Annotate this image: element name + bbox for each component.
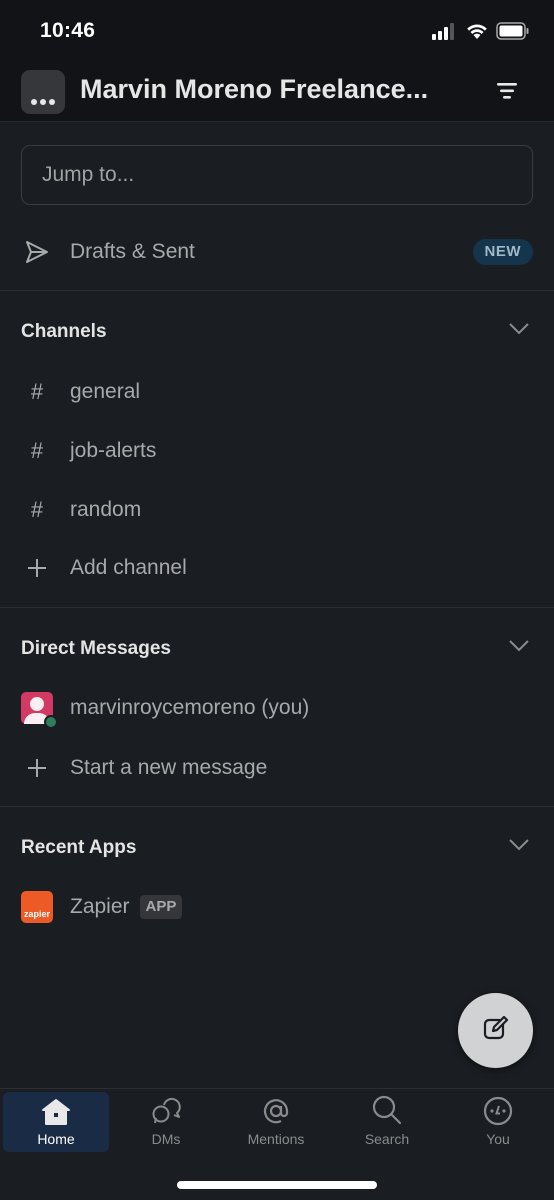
channel-item-job-alerts[interactable]: # job-alerts — [0, 426, 554, 476]
search-icon — [371, 1092, 403, 1126]
add-channel-button[interactable]: Add channel — [0, 543, 554, 593]
hash-icon: # — [30, 438, 44, 463]
workspace-name[interactable]: Marvin Moreno Freelance... — [80, 74, 428, 105]
start-new-message-label: Start a new message — [70, 756, 268, 779]
divider — [0, 806, 554, 807]
app-label: Zapier — [70, 895, 130, 918]
new-badge: NEW — [472, 239, 533, 265]
home-indicator[interactable] — [177, 1181, 377, 1189]
more-dot — [40, 99, 46, 105]
divider — [0, 607, 554, 608]
channel-label: random — [70, 498, 142, 521]
cellular-signal-icon — [432, 22, 458, 45]
channels-title: Channels — [21, 321, 107, 342]
recent-apps-title: Recent Apps — [21, 837, 137, 858]
status-time: 10:46 — [40, 19, 96, 42]
direct-messages-title: Direct Messages — [21, 638, 171, 659]
more-dots-icon — [31, 99, 37, 105]
chevron-down-icon[interactable] — [508, 322, 530, 341]
tab-you[interactable]: You — [445, 1092, 551, 1152]
dms-icon — [150, 1092, 182, 1126]
app-item-zapier[interactable]: zapier Zapier APP — [0, 882, 554, 932]
paper-plane-icon — [0, 240, 70, 264]
plus-icon — [0, 757, 70, 779]
tab-dms[interactable]: DMs — [113, 1092, 219, 1152]
home-icon — [41, 1092, 71, 1126]
hash-icon: # — [30, 497, 44, 522]
tab-label: You — [486, 1131, 510, 1147]
at-mention-icon — [261, 1092, 291, 1126]
wifi-icon — [466, 22, 488, 45]
dm-label: marvinroycemoreno (you) — [70, 696, 310, 719]
hash-icon: # — [30, 379, 44, 404]
tab-label: Home — [37, 1131, 75, 1147]
start-new-message-button[interactable]: Start a new message — [0, 743, 554, 793]
drafts-label: Drafts & Sent — [70, 240, 195, 263]
presence-active-icon — [44, 715, 58, 729]
compose-icon — [482, 1014, 510, 1047]
tab-label: Mentions — [247, 1131, 305, 1147]
zapier-logo-icon: zapier — [21, 891, 53, 923]
avatar-container — [0, 692, 70, 729]
tab-label: Search — [364, 1131, 410, 1147]
channel-label: general — [70, 380, 141, 403]
tab-home[interactable]: Home — [3, 1092, 109, 1152]
jump-to-field[interactable] — [21, 145, 533, 205]
jump-to-input[interactable] — [22, 146, 532, 204]
chevron-down-icon[interactable] — [508, 838, 530, 857]
channel-item-general[interactable]: # general — [0, 367, 554, 417]
tab-mentions[interactable]: Mentions — [223, 1092, 329, 1152]
workspace-switcher-button[interactable] — [21, 70, 65, 114]
status-bar: 10:46 — [0, 0, 554, 62]
avatar — [21, 692, 58, 729]
battery-icon — [496, 22, 530, 45]
add-channel-label: Add channel — [70, 556, 187, 579]
recent-apps-section-header[interactable]: Recent Apps — [0, 828, 554, 868]
workspace-header: Marvin Moreno Freelance... — [0, 62, 554, 122]
chevron-down-icon[interactable] — [508, 639, 530, 658]
app-logo-container: zapier — [0, 891, 70, 923]
dm-item-self[interactable]: marvinroycemoreno (you) — [0, 683, 554, 733]
tab-search[interactable]: Search — [334, 1092, 440, 1152]
compose-button[interactable] — [458, 993, 533, 1068]
avatar-head — [30, 697, 44, 711]
drafts-and-sent-item[interactable]: Drafts & Sent NEW — [0, 227, 554, 277]
status-icons — [432, 22, 530, 45]
app-tag: APP — [139, 895, 183, 919]
channel-label: job-alerts — [70, 439, 157, 462]
tab-label: DMs — [151, 1131, 181, 1147]
channel-item-random[interactable]: # random — [0, 485, 554, 535]
filter-icon[interactable] — [496, 82, 518, 100]
channels-section-header[interactable]: Channels — [0, 312, 554, 352]
direct-messages-section-header[interactable]: Direct Messages — [0, 629, 554, 669]
plus-icon — [0, 557, 70, 579]
you-icon — [483, 1092, 513, 1126]
divider — [0, 290, 554, 291]
more-dot — [49, 99, 55, 105]
